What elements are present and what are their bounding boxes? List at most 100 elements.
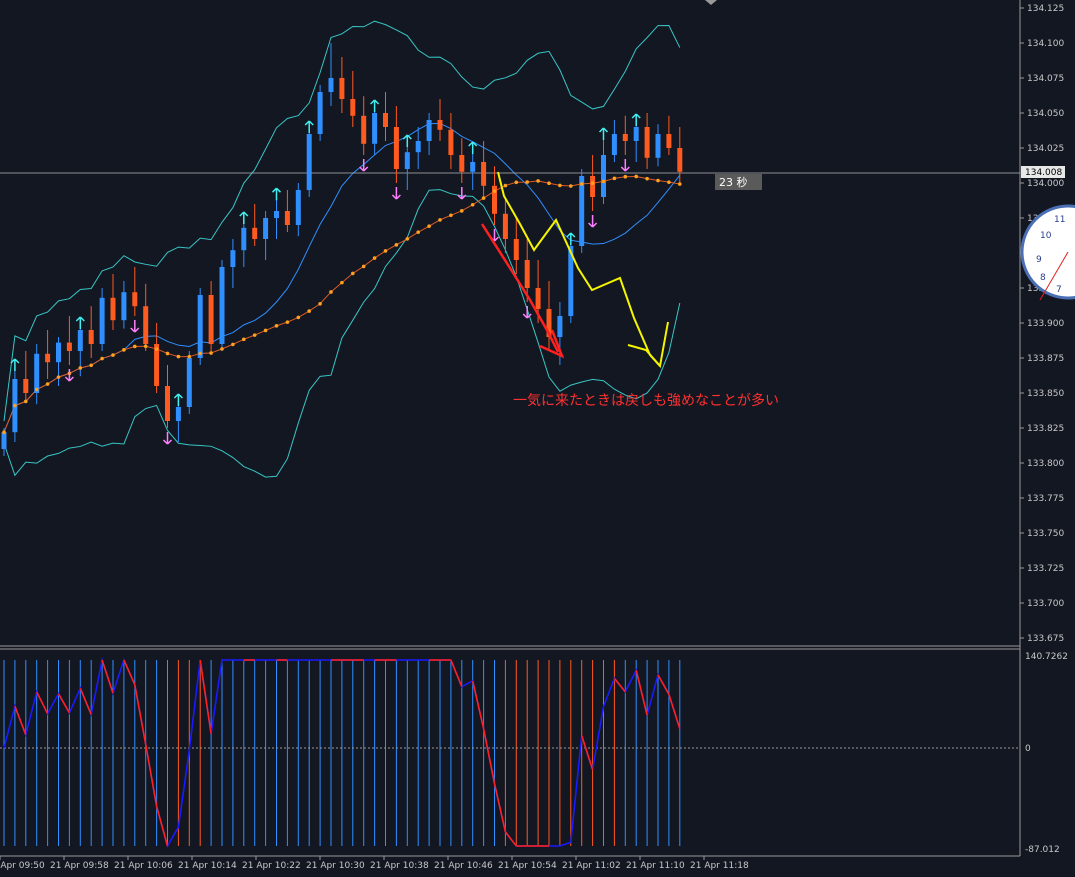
ma-dot [514, 180, 519, 185]
ma-dot [601, 179, 606, 184]
candle-body [99, 297, 105, 344]
ma-dot [656, 178, 660, 183]
candle-body [165, 386, 170, 421]
time-tick-label: 21 Apr 10:30 [306, 861, 365, 871]
ma-dot [133, 344, 137, 349]
ma-dot [263, 328, 268, 333]
ma-dot [307, 309, 312, 313]
ma-dot [536, 179, 540, 183]
ma-dot [198, 351, 202, 356]
candle-body [132, 292, 138, 307]
candle-body [252, 227, 258, 239]
trading-chart[interactable]: 一気に来たときは戻しも強めなことが多い 23 秒 134.125 134.100 1… [0, 0, 1075, 877]
svg-text:7: 7 [1056, 285, 1062, 295]
price-tick-label: 133.700 [1027, 599, 1064, 609]
time-tick-label: 21 Apr 10:38 [370, 861, 429, 871]
ma-dot [274, 324, 279, 328]
candle-body [23, 379, 29, 393]
candle-body [284, 211, 290, 225]
candle-body [502, 213, 508, 239]
ma-dot [122, 348, 126, 352]
price-tick-label: 134.000 [1027, 179, 1064, 189]
candle-body [361, 115, 367, 144]
ma-dot [590, 181, 595, 186]
candle-body [77, 330, 83, 351]
ma-dot [45, 382, 50, 386]
candle-body [175, 407, 181, 421]
price-tick-label: 133.725 [1027, 564, 1064, 574]
ma-dot [143, 344, 148, 349]
svg-text:8: 8 [1040, 273, 1046, 283]
candle-body [524, 260, 530, 288]
ma-dot [361, 264, 366, 269]
candle-body [339, 78, 345, 99]
ma-dot [503, 183, 508, 188]
ma-dot [612, 176, 617, 181]
candle-body [197, 295, 203, 358]
annotation-text: 一気に来たときは戻しも強めなことが多い [513, 392, 779, 409]
price-tick-label: 134.025 [1027, 144, 1064, 154]
candle-body [34, 353, 40, 393]
candle-body [306, 134, 312, 190]
candle-body [110, 297, 116, 321]
time-tick-label: 21 Apr 09:58 [50, 861, 109, 871]
ma-dot [24, 399, 28, 404]
price-tick-label: 133.750 [1027, 529, 1064, 539]
ma-dot [449, 213, 453, 218]
candle-body [372, 113, 378, 144]
ma-dot [187, 354, 192, 359]
ma-dot [460, 209, 464, 213]
svg-text:11: 11 [1054, 215, 1065, 225]
ma-dot [34, 387, 39, 392]
price-tick-label: 133.875 [1027, 354, 1064, 364]
candle-body [655, 134, 661, 158]
price-tick-label: 133.800 [1027, 459, 1064, 469]
ma-dot [329, 290, 333, 294]
candle-body [317, 92, 323, 134]
ma-dot [242, 337, 246, 342]
candle-body [143, 306, 149, 344]
osc-axis-min: -87.012 [1025, 845, 1060, 855]
candle-body [415, 141, 421, 153]
ma-dot [623, 174, 628, 179]
ma-dot [340, 280, 344, 285]
candle-body [601, 155, 606, 197]
candle-body [448, 129, 454, 155]
candle-body [404, 152, 410, 169]
ma-dot [525, 180, 529, 184]
ma-dot [438, 218, 442, 222]
ma-dot [165, 351, 170, 356]
ma-dot [634, 174, 638, 179]
candle-body [622, 134, 628, 141]
ma-dot [220, 347, 224, 351]
candle-body [219, 267, 225, 344]
candle-body [426, 120, 432, 141]
candle-body [557, 316, 563, 337]
candle-body [459, 155, 465, 172]
ma-dot [111, 353, 115, 357]
candle-body [241, 227, 247, 251]
ma-dot [231, 342, 235, 347]
ma-dot [405, 237, 410, 241]
candle-body [666, 134, 672, 148]
price-tick-label: 134.125 [1027, 4, 1064, 14]
ma-dot [100, 356, 104, 361]
candle-body [611, 134, 617, 155]
svg-text:9: 9 [1036, 255, 1042, 265]
osc-axis-zero: 0 [1025, 744, 1031, 754]
candle-body [186, 358, 192, 407]
ma-dot [372, 256, 377, 260]
candle-body [230, 250, 236, 267]
time-tick-label: 21 Apr 10:22 [242, 861, 301, 871]
price-tick-label: 133.900 [1027, 319, 1064, 329]
price-tick-label: 134.050 [1027, 109, 1064, 119]
ma-dot [394, 243, 399, 247]
candle-body [590, 176, 596, 197]
price-tick-label: 133.675 [1027, 634, 1064, 644]
ma-dot [176, 354, 181, 359]
candle-body [1, 432, 7, 449]
ma-dot [383, 249, 388, 253]
candle-body [121, 292, 127, 321]
ma-dot [645, 176, 649, 181]
time-tick-label: 21 Apr 10:46 [434, 861, 493, 871]
